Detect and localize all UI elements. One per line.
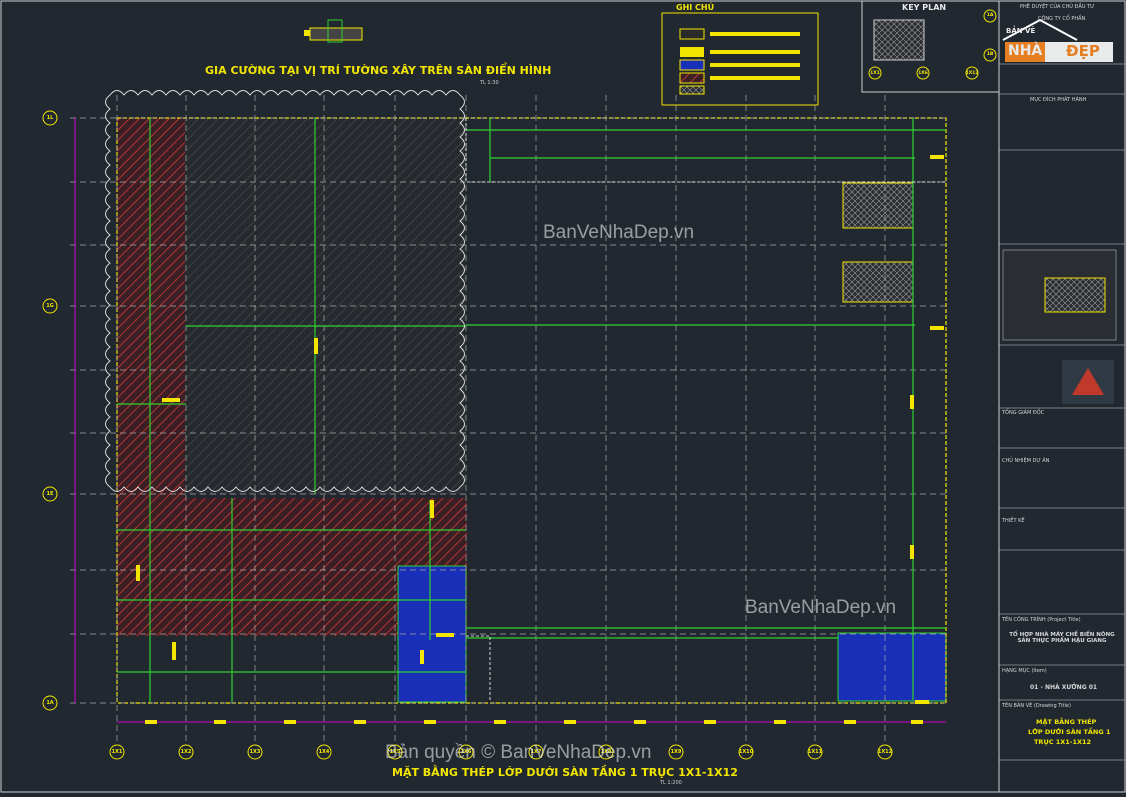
row-axis-label: 1G bbox=[46, 303, 54, 309]
row-axis-label: 1E bbox=[46, 491, 54, 497]
tb-owner: CÔNG TY CỔ PHẦN bbox=[1038, 16, 1086, 22]
drawing-canvas bbox=[0, 0, 1126, 793]
tb-project-name: TỔ HỢP NHÀ MÁY CHẾ BIẾN NÔNG SẢN THỰC PH… bbox=[1009, 632, 1115, 644]
keyplan-axis-label: 1A bbox=[986, 13, 994, 18]
column-axis-label: 1X9 bbox=[670, 749, 682, 755]
legend-swatch-4 bbox=[679, 72, 705, 84]
legend-swatch-3 bbox=[679, 59, 705, 71]
tb-sheet-label: TÊN BẢN VẼ (Drawing Title) bbox=[1002, 703, 1071, 709]
legend-swatch-2 bbox=[680, 47, 704, 57]
legend-line-4 bbox=[710, 76, 800, 80]
legend-swatch-1 bbox=[679, 28, 705, 40]
tb-building-label: HẠNG MỤC (Item) bbox=[1002, 668, 1047, 674]
keyplan-axis-label: 1X6 bbox=[918, 71, 928, 76]
tb-revision: MỤC ĐÍCH PHÁT HÀNH bbox=[1030, 97, 1087, 103]
tb-design: THIẾT KẾ bbox=[1002, 518, 1025, 524]
column-axis-label: 1X4 bbox=[318, 749, 330, 755]
logo-right-text: ĐẸP bbox=[1066, 42, 1100, 60]
detail-scale: TL 1:30 bbox=[480, 80, 499, 86]
site-plan-highlight bbox=[1044, 277, 1106, 313]
legend-swatch-5 bbox=[679, 85, 705, 95]
tb-pm: CHỦ NHIỆM DỰ ÁN bbox=[1002, 458, 1050, 464]
column-axis-label: 1X12 bbox=[877, 749, 893, 755]
main-drawing-title: MẶT BẰNG THÉP LỚP DƯỚI SÀN TẦNG 1 TRỤC 1… bbox=[392, 766, 738, 779]
logo-top-text: BẢN VẼ bbox=[1006, 27, 1036, 35]
row-axis-label: 1A bbox=[46, 700, 54, 706]
column-axis-label: 1X11 bbox=[807, 749, 823, 755]
blue-slab-right bbox=[837, 632, 947, 702]
keyplan-axis-label: 1X1 bbox=[870, 71, 880, 76]
keyplan-title: KEY PLAN bbox=[902, 3, 947, 12]
tb-sheet-title-1: MẶT BẰNG THÉP bbox=[1036, 718, 1097, 726]
opening-1 bbox=[842, 182, 914, 229]
tb-sheet-title-3: TRỤC 1X1-1X12 bbox=[1034, 738, 1092, 746]
cad-drawing-sheet: GIA CƯỜNG TẠI VỊ TRÍ TƯỜNG XÂY TRÊN SÀN … bbox=[0, 0, 1126, 793]
tb-sheet-title-2: LỚP DƯỚI SÀN TẦNG 1 bbox=[1028, 728, 1111, 736]
keyplan-axis-label: 1X12 bbox=[965, 71, 979, 76]
legend-title: GHI CHÚ bbox=[676, 3, 715, 12]
watermark-copyright: Bản quyền © BanVeNhaDep.vn bbox=[385, 742, 652, 763]
dashed-region-bottom bbox=[466, 635, 491, 702]
logo-left-text: NHÀ bbox=[1008, 43, 1043, 59]
tb-approved: PHÊ DUYỆT CỦA CHỦ ĐẦU TƯ bbox=[1020, 4, 1095, 10]
column-axis-label: 1X1 bbox=[111, 749, 123, 755]
column-axis-label: 1X2 bbox=[180, 749, 192, 755]
column-axis-label: 1X10 bbox=[738, 749, 754, 755]
row-axis-bubbles bbox=[42, 110, 58, 711]
tb-director: TỔNG GIÁM ĐỐC bbox=[1002, 410, 1045, 416]
detail-section-symbol bbox=[304, 19, 363, 43]
dashed-region-top bbox=[465, 118, 946, 183]
legend-line-2 bbox=[710, 50, 800, 54]
row-axis-label: 1L bbox=[46, 115, 54, 121]
tb-project-label: TÊN CÔNG TRÌNH (Project Title) bbox=[1002, 617, 1081, 623]
legend-line-3 bbox=[710, 63, 800, 67]
main-drawing-scale: TL 1:200 bbox=[660, 780, 682, 786]
watermark-text-1: BanVeNhaDep.vn bbox=[543, 222, 695, 243]
detail-title: GIA CƯỜNG TẠI VỊ TRÍ TƯỜNG XÂY TRÊN SÀN … bbox=[205, 64, 552, 77]
keyplan-hatched-area bbox=[873, 19, 925, 61]
keyplan-axis-label: 1B bbox=[986, 52, 994, 57]
watermark-text-2: BanVeNhaDep.vn bbox=[745, 597, 897, 618]
tb-building: 01 - NHÀ XƯỞNG 01 bbox=[1030, 684, 1098, 691]
legend-line-1 bbox=[710, 32, 800, 36]
opening-2 bbox=[842, 261, 914, 303]
column-axis-label: 1X3 bbox=[249, 749, 261, 755]
reinforced-zone-red-left bbox=[117, 118, 185, 498]
